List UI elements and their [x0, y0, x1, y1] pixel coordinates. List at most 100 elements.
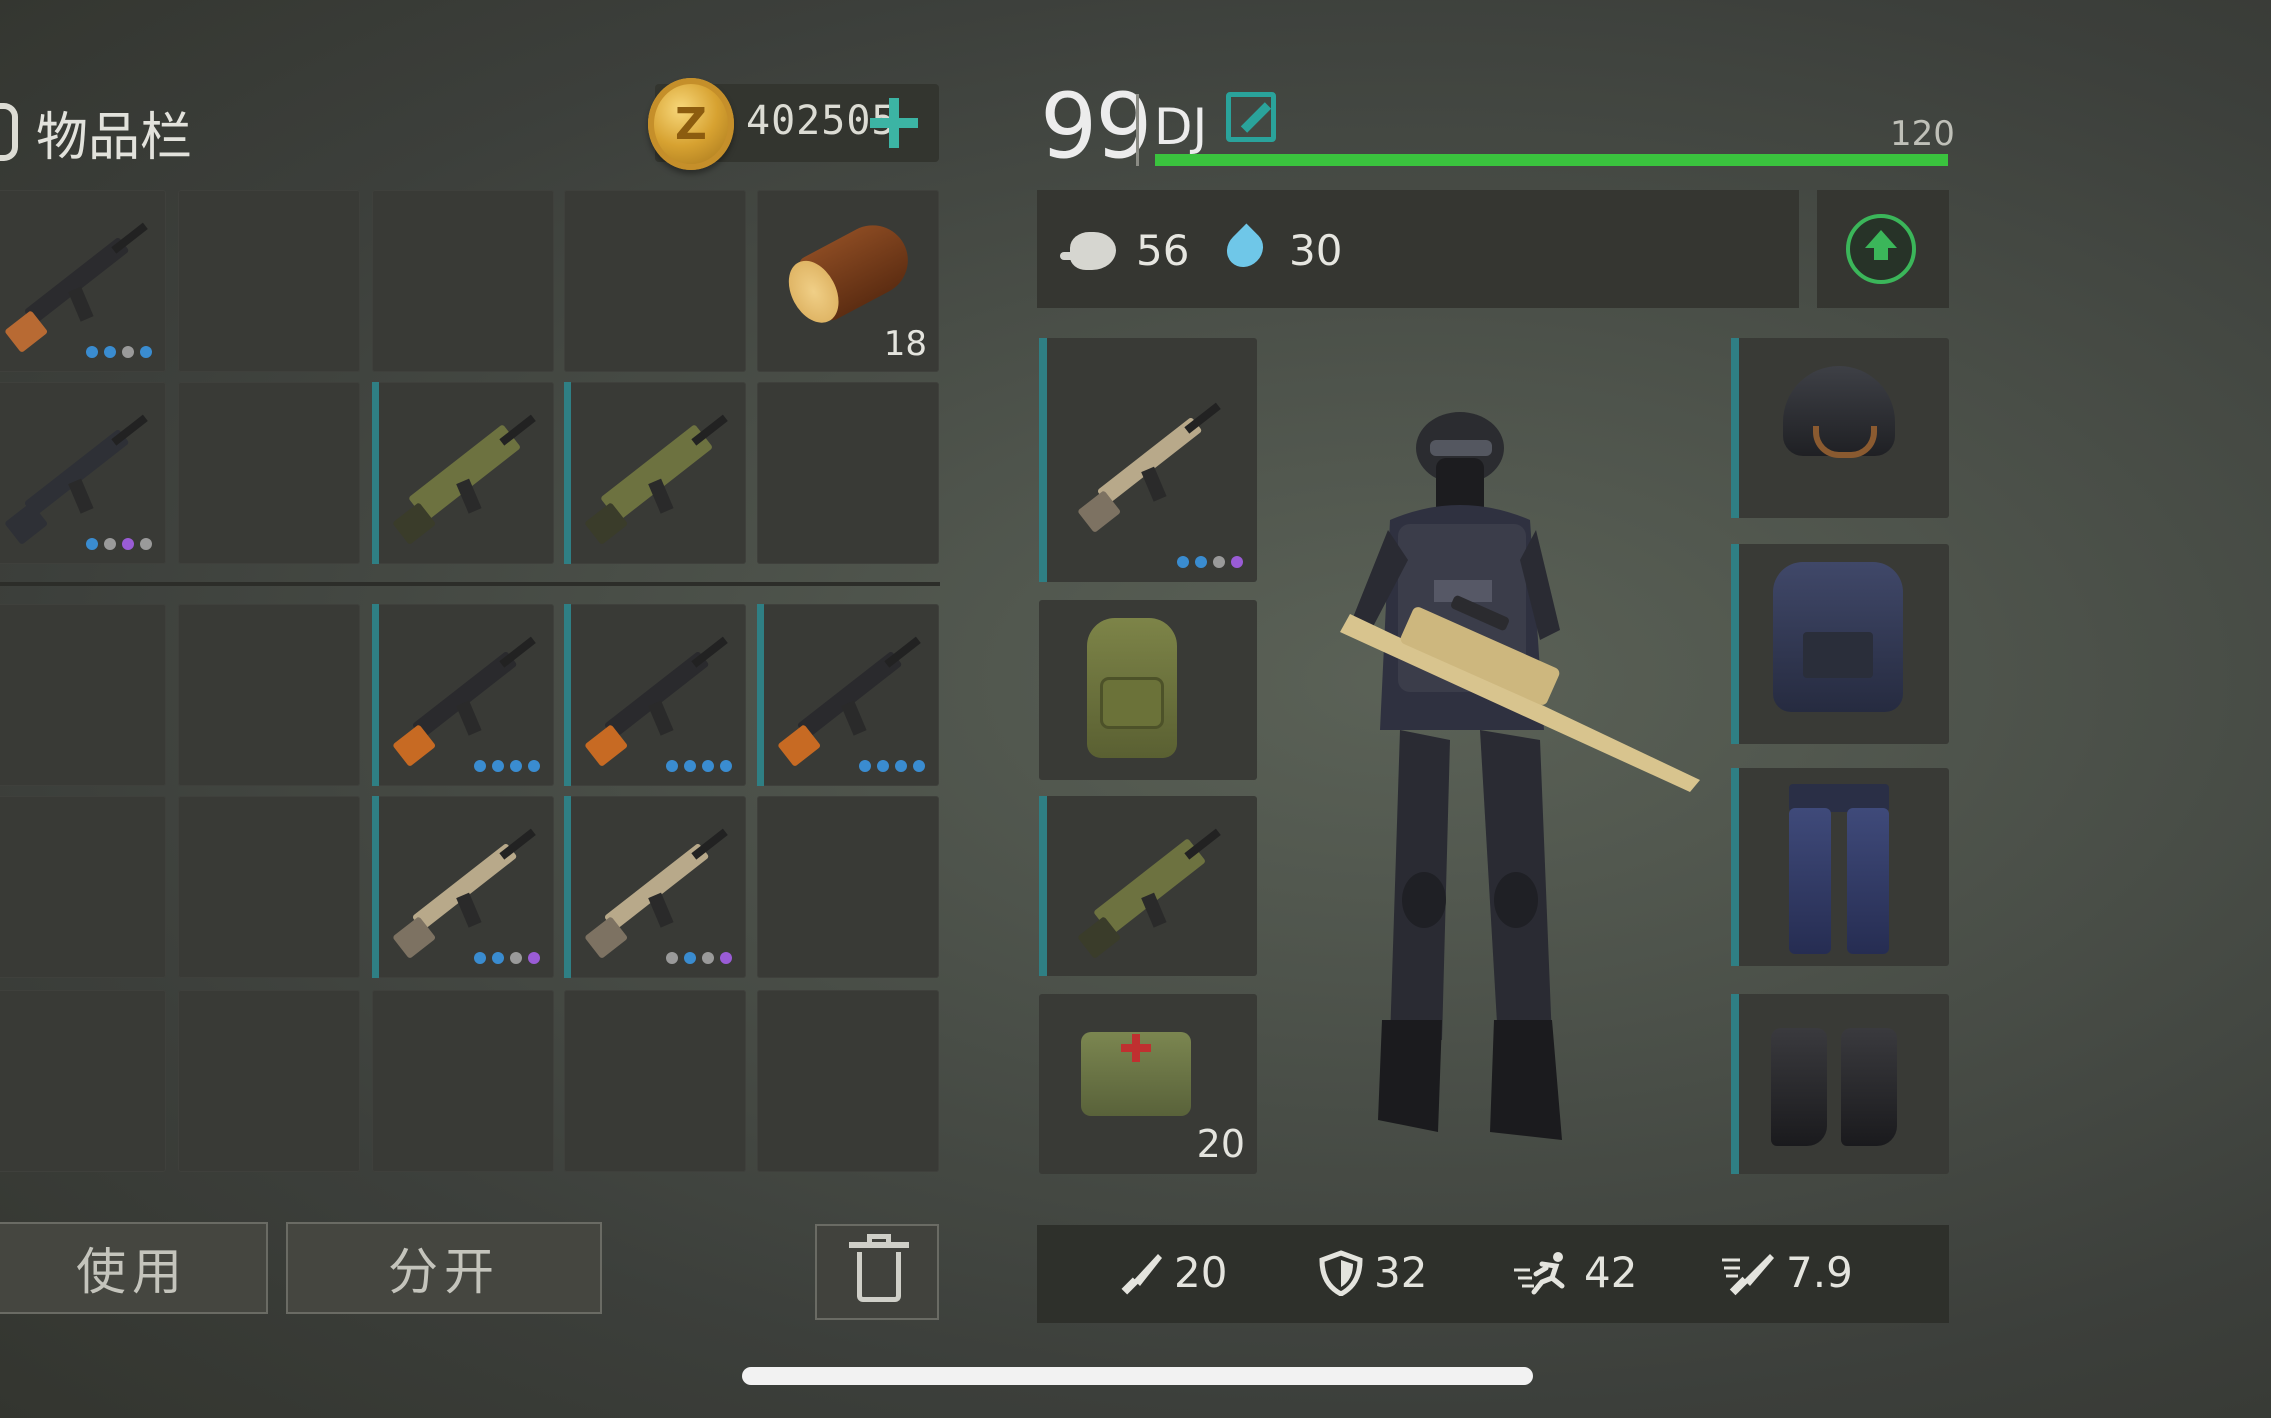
inventory-slot-empty[interactable]: [0, 796, 166, 978]
inventory-slot-empty[interactable]: [757, 990, 939, 1172]
mod-slot-dot: [140, 538, 152, 550]
mod-slot-dot: [86, 538, 98, 550]
food-value: 56: [1136, 226, 1190, 275]
equip-slot-vest[interactable]: [1731, 544, 1949, 744]
mod-slot-dot: [720, 952, 732, 964]
grenade-launcher-icon: [1057, 796, 1241, 977]
mod-slot-dot: [510, 952, 522, 964]
inventory-slot[interactable]: [372, 796, 554, 978]
inventory-slot[interactable]: [564, 604, 746, 786]
mod-slot-dot: [1213, 556, 1225, 568]
inventory-title: 物品栏: [36, 107, 193, 168]
inventory-slot-empty[interactable]: [178, 382, 360, 564]
mod-slot-dot: [86, 346, 98, 358]
grid-divider: [0, 582, 940, 586]
mod-slot-dot: [666, 760, 678, 772]
use-button[interactable]: 使用: [0, 1222, 268, 1314]
equip-slot-weapon[interactable]: [1039, 338, 1257, 582]
sniper-rifle-icon: [564, 604, 748, 785]
equip-slot-helmet[interactable]: [1731, 338, 1949, 518]
upgrade-arrow-icon[interactable]: [1846, 214, 1916, 284]
edit-name-icon[interactable]: [1226, 92, 1276, 142]
shotgun-icon: [0, 190, 168, 371]
inventory-slot-empty[interactable]: [178, 604, 360, 786]
item-quantity: 20: [1196, 1122, 1245, 1166]
xp-bar-fill: [1155, 154, 1948, 166]
medkit-icon: [1081, 1032, 1191, 1116]
equip-slot-secondary[interactable]: [1039, 796, 1257, 976]
split-button[interactable]: 分开: [286, 1222, 602, 1314]
sniper-rifle-icon: [757, 604, 941, 785]
mod-slots: [666, 760, 732, 772]
sniper-rifle-icon: [372, 604, 556, 785]
defense-stat: 32: [1318, 1248, 1427, 1297]
boots-icon: [1771, 1028, 1911, 1148]
mod-slot-dot: [510, 760, 522, 772]
inventory-slot[interactable]: [372, 382, 554, 564]
running-man-icon: [1514, 1251, 1565, 1294]
inventory-slot-empty[interactable]: [757, 382, 939, 564]
mod-slot-dot: [140, 346, 152, 358]
equip-slot-backpack[interactable]: [1039, 600, 1257, 780]
player-level: 99: [1040, 74, 1153, 179]
mod-slot-dot: [528, 952, 540, 964]
xp-max: 120: [1890, 114, 1955, 154]
inventory-slot-empty[interactable]: [564, 990, 746, 1172]
mod-slot-dot: [913, 760, 925, 772]
inventory-slot-empty[interactable]: [0, 990, 166, 1172]
mod-slot-dot: [684, 952, 696, 964]
inventory-slot[interactable]: [372, 604, 554, 786]
inventory-slot[interactable]: [564, 796, 746, 978]
mod-slot-dot: [122, 346, 134, 358]
inventory-slot-empty[interactable]: [757, 796, 939, 978]
inventory-slot-empty[interactable]: [0, 604, 166, 786]
level-divider: [1136, 94, 1139, 166]
inventory-header: 物品栏: [0, 92, 192, 172]
inventory-slot-empty[interactable]: [178, 190, 360, 372]
helmet-icon: [1783, 366, 1895, 458]
inventory-slot[interactable]: [0, 190, 166, 372]
assault-rifle-icon: [0, 382, 168, 563]
add-coins-button[interactable]: [870, 98, 918, 148]
inventory-slot-empty[interactable]: [372, 990, 554, 1172]
pants-icon: [1789, 784, 1889, 954]
mod-slot-dot: [492, 760, 504, 772]
shield-icon: [1319, 1249, 1363, 1296]
equip-slot-medkit[interactable]: 20: [1039, 994, 1257, 1174]
inventory-slot[interactable]: [757, 604, 939, 786]
home-indicator[interactable]: [742, 1367, 1533, 1385]
knife-icon: [1121, 1253, 1162, 1294]
stomach-icon: [1060, 228, 1122, 272]
inventory-slot[interactable]: [564, 382, 746, 564]
mod-slot-dot: [104, 538, 116, 550]
mod-slot-dot: [702, 952, 714, 964]
inventory-slot[interactable]: [0, 382, 166, 564]
delete-button[interactable]: [815, 1224, 939, 1320]
police-vest-icon: [1773, 562, 1903, 712]
coin-icon: Z: [648, 78, 734, 170]
grenade-launcher-icon: [372, 382, 556, 563]
mod-slot-dot: [474, 952, 486, 964]
inventory-slot-empty[interactable]: [372, 190, 554, 372]
mod-slot-dot: [492, 952, 504, 964]
weight-stat: 7.9: [1720, 1248, 1853, 1297]
defense-value: 32: [1374, 1248, 1428, 1297]
inventory-slot[interactable]: 18: [757, 190, 939, 372]
equip-slot-boots[interactable]: [1731, 994, 1949, 1174]
mod-slot-dot: [474, 760, 486, 772]
mod-slot-dot: [666, 952, 678, 964]
mod-slot-dot: [702, 760, 714, 772]
character-figure: [1340, 412, 1700, 1140]
mod-slot-dot: [1195, 556, 1207, 568]
inventory-slot-empty[interactable]: [564, 190, 746, 372]
player-name: DJ: [1154, 98, 1208, 156]
mod-slot-dot: [122, 538, 134, 550]
weight-value: 7.9: [1786, 1248, 1853, 1297]
inventory-slot-empty[interactable]: [178, 990, 360, 1172]
inventory-slot-empty[interactable]: [178, 796, 360, 978]
mod-slot-dot: [877, 760, 889, 772]
equip-slot-pants[interactable]: [1731, 768, 1949, 966]
backpack-icon: [0, 103, 18, 161]
mod-slots: [474, 952, 540, 964]
water-value: 30: [1289, 226, 1343, 275]
